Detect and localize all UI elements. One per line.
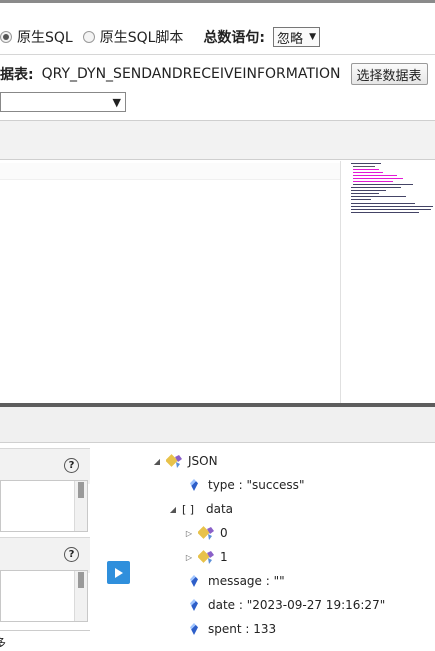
- run-button[interactable]: [107, 561, 130, 584]
- editor-current-line: [0, 163, 340, 180]
- divider: [0, 630, 90, 631]
- radio-sql-script-label: 原生SQL脚本: [99, 30, 184, 46]
- radio-sql[interactable]: [0, 31, 12, 43]
- table-name: QRY_DYN_SENDANDRECEIVEINFORMATION: [41, 66, 341, 82]
- tree-node-label: spent : 133: [208, 622, 277, 636]
- radio-sql-label: 原生SQL: [17, 30, 73, 46]
- datasource-select[interactable]: ▼: [0, 92, 126, 112]
- scrollbar[interactable]: [74, 571, 87, 621]
- tree-node-label: 0: [220, 526, 228, 540]
- collapsed-icon: ▷: [185, 552, 193, 562]
- editor-toolbar: [0, 120, 435, 160]
- chevron-down-icon: ▼: [309, 32, 316, 42]
- tree-node-label: type : "success": [208, 478, 305, 492]
- field-gem-icon: [190, 575, 198, 587]
- tree-node-date[interactable]: date : "2023-09-27 19:16:27": [188, 594, 385, 616]
- field-gem-icon: [190, 623, 198, 635]
- choose-table-button[interactable]: 选择数据表: [350, 63, 428, 85]
- param-panel-header: ?: [0, 448, 90, 484]
- json-result-tree: ◢ JSON type : "success" ◢ [ ] data ▷ 0 ▷…: [148, 448, 435, 645]
- tree-node-label: 1: [220, 550, 228, 564]
- radio-sql-script[interactable]: [82, 31, 95, 43]
- collapsed-icon: ▷: [185, 528, 193, 538]
- json-object-icon: [197, 549, 216, 565]
- param-panel-header: ?: [0, 537, 90, 573]
- help-icon[interactable]: ?: [64, 458, 79, 473]
- query-options-row: 原生SQL 原生SQL脚本 总数语句: 忽略 ▼: [0, 24, 320, 50]
- scrollbar[interactable]: [74, 481, 87, 531]
- tree-node-label: data: [206, 502, 234, 516]
- tree-node-data[interactable]: ◢ [ ] data: [168, 498, 233, 520]
- total-statement-select[interactable]: 忽略 ▼: [273, 27, 320, 47]
- field-gem-icon: [190, 479, 198, 491]
- tree-node-label: date : "2023-09-27 19:16:27": [208, 598, 386, 612]
- tree-node-root[interactable]: ◢ JSON: [152, 450, 218, 472]
- expanded-icon: ◢: [153, 456, 161, 466]
- chevron-down-icon: ▼: [112, 95, 121, 109]
- field-gem-icon: [190, 599, 198, 611]
- json-object-icon: [165, 453, 184, 469]
- array-icon: [ ]: [182, 502, 195, 516]
- json-object-icon: [197, 525, 216, 541]
- result-toolbar: [0, 407, 435, 443]
- total-statement-value: 忽略: [277, 31, 304, 47]
- tree-node-type[interactable]: type : "success": [188, 474, 304, 496]
- divider: [0, 54, 435, 55]
- tree-node-item-1[interactable]: ▷ 1: [184, 546, 228, 568]
- tree-node-label: message : "": [208, 574, 285, 588]
- total-statement-label: 总数语句:: [203, 30, 266, 46]
- help-icon[interactable]: ?: [64, 547, 79, 562]
- tree-node-spent[interactable]: spent : 133: [188, 618, 276, 640]
- top-border: [0, 0, 435, 3]
- play-icon: [114, 567, 123, 578]
- tree-node-label: JSON: [188, 454, 218, 468]
- expanded-icon: ◢: [169, 504, 177, 514]
- editor-minimap[interactable]: [340, 161, 435, 403]
- tree-node-item-0[interactable]: ▷ 0: [184, 522, 228, 544]
- param-input[interactable]: [0, 480, 88, 532]
- tree-node-message[interactable]: message : "": [188, 570, 285, 592]
- cut-label: 多: [0, 636, 7, 650]
- table-row: 据表: QRY_DYN_SENDANDRECEIVEINFORMATION 选择…: [0, 62, 428, 86]
- param-input[interactable]: [0, 570, 88, 622]
- table-label: 据表:: [0, 67, 34, 83]
